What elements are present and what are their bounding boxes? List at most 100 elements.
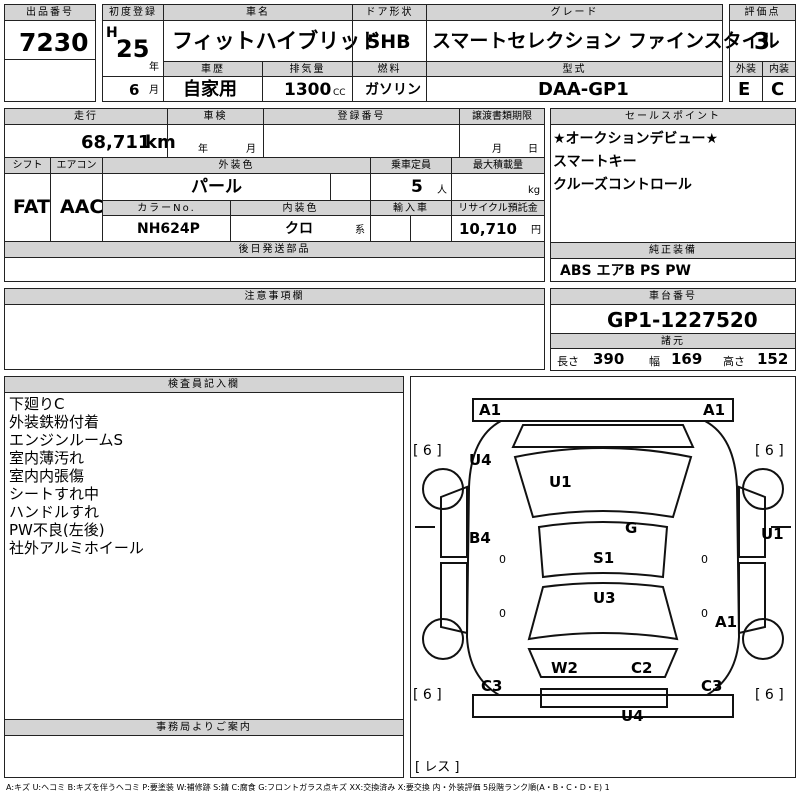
inspector-note: PW不良(左後) — [9, 521, 105, 539]
lot-no-cell: 7230 — [4, 20, 96, 60]
right-rear-wheel-shape — [742, 618, 784, 660]
inspector-note: エンジンルームS — [9, 431, 124, 449]
max-load-cell: kg — [451, 173, 545, 201]
inspector-note: 社外アルミホイール — [9, 539, 144, 557]
damage-mark: C2 — [631, 659, 652, 677]
lot-no: 7230 — [19, 28, 89, 57]
transfer-deadline-cell: 月 日 — [459, 124, 545, 158]
chassis-header: 車台番号 — [550, 288, 796, 305]
reg-no-header: 登録番号 — [263, 108, 460, 125]
shift: FAT — [13, 196, 50, 218]
int-color-header: 内装色 — [230, 200, 371, 216]
tire-tread-label: [ 6 ] — [413, 687, 442, 703]
rating-cell: 3 — [729, 20, 796, 62]
damage-diagram: A1 A1 U4 U1 G U1 B4 S1 U3 A1 W2 C2 C3 C3… — [410, 376, 796, 778]
first-reg-header: 初度登録 — [102, 4, 164, 21]
windshield-shape — [513, 447, 693, 519]
model-code-header: 型式 — [426, 61, 723, 77]
inspection-cell: 年 月 — [167, 124, 264, 158]
wheel-zero-mark: 0 — [701, 553, 708, 566]
month: 6 — [129, 81, 140, 99]
front-bumper-shape — [472, 398, 734, 422]
interior-header: 内装 — [762, 61, 796, 77]
tire-tread-label: [ 6 ] — [755, 443, 784, 459]
mileage-cell: 68,711 km — [4, 124, 176, 158]
wheel-zero-mark: 0 — [701, 607, 708, 620]
damage-mark: U1 — [549, 473, 572, 491]
wheel-zero-mark: 0 — [499, 553, 506, 566]
spare-well-shape — [540, 688, 668, 708]
damage-mark: A1 — [479, 401, 501, 419]
first-reg-cell: H 25 年 — [102, 20, 164, 77]
dimensions-header: 諸元 — [550, 333, 796, 349]
damage-mark: A1 — [703, 401, 725, 419]
length-label: 長さ — [557, 355, 579, 368]
max-load-unit: kg — [528, 185, 541, 196]
recycle-header: リサイクル預託金 — [451, 200, 545, 216]
grade: スマートセレクション ファインスタイル — [432, 30, 780, 52]
later-parts-cell — [4, 257, 545, 282]
dimensions-cell: 長さ 390 幅 169 高さ 152 — [550, 348, 796, 371]
int-color-suffix: 系 — [355, 225, 365, 236]
wheel-zero-mark: 0 — [499, 607, 506, 620]
height-label: 高さ — [723, 355, 745, 368]
lot-no-header: 出品番号 — [4, 4, 96, 21]
damage-mark: S1 — [593, 549, 614, 567]
interior-grade-cell: C — [762, 76, 796, 102]
aircon-cell: AAC — [50, 173, 103, 242]
sales-points-cell: ★オークションデビュー★ スマートキー クルーズコントロール — [550, 124, 796, 243]
later-parts-header: 後日発送部品 — [4, 241, 545, 258]
auction-sheet: { "headers": { "lot_no": "出品番号", "first_… — [0, 0, 800, 800]
aircon-header: エアコン — [50, 157, 103, 174]
capacity: 5 — [411, 177, 423, 197]
length: 390 — [593, 350, 625, 368]
capacity-unit: 人 — [437, 185, 447, 196]
damage-mark: C3 — [481, 677, 502, 695]
car-name: フィットハイブリッド — [172, 29, 382, 53]
fuel: ガソリン — [365, 82, 421, 98]
capacity-header: 乗車定員 — [370, 157, 452, 174]
chassis-cell: GP1-1227520 — [550, 304, 796, 334]
sales-point-1: ★オークションデビュー★ — [553, 131, 719, 147]
car-name-cell: フィットハイブリッド — [163, 20, 381, 62]
damage-mark: G — [625, 519, 637, 537]
inspector-header: 検査員記入欄 — [4, 376, 404, 393]
year-unit: 年 — [149, 62, 159, 73]
recycle-cell: 10,710 円 — [451, 215, 545, 242]
car-name-header: 車名 — [163, 4, 353, 21]
notes-cell — [4, 304, 545, 370]
history-header: 車歴 — [163, 61, 263, 77]
ext-color: パール — [191, 177, 242, 197]
mileage-header: 走行 — [4, 108, 168, 125]
displacement-header: 排気量 — [262, 61, 353, 77]
color-no-header: カラーNo. — [102, 200, 231, 216]
displacement-cell: 1300 CC — [262, 76, 353, 102]
inspector-note: ハンドルすれ — [9, 503, 100, 521]
left-rear-wheel-shape — [422, 618, 464, 660]
rating: 3 — [754, 29, 771, 55]
first-reg-month-cell: 6 月 — [102, 76, 164, 102]
damage-mark: U4 — [621, 707, 644, 725]
fuel-header: 燃料 — [352, 61, 427, 77]
right-front-wheel-shape — [742, 468, 784, 510]
displacement-unit: CC — [333, 88, 346, 98]
genuine-equipment: ABS エアB PS PW — [560, 263, 691, 279]
damage-mark: W2 — [551, 659, 578, 677]
ext-color-header: 外装色 — [102, 157, 371, 174]
height: 152 — [757, 350, 789, 368]
damage-mark: C3 — [701, 677, 722, 695]
spare-tire-label: [ レス ] — [415, 760, 459, 775]
exterior-header: 外装 — [729, 61, 763, 77]
right-front-door-shape — [738, 485, 766, 558]
lot-no-spare-cell — [4, 59, 96, 102]
tire-tread-label: [ 6 ] — [755, 687, 784, 703]
inspection-month-unit: 月 — [246, 144, 256, 155]
width-label: 幅 — [649, 355, 660, 368]
displacement: 1300 — [284, 80, 332, 100]
door: 5HB — [367, 31, 411, 53]
legend: A:キズ U:ヘコミ B:キズを伴うヘコミ P:要塗装 W:補修跡 S:錆 C:… — [6, 783, 610, 792]
inspection-year-unit: 年 — [198, 144, 208, 155]
mileage: 68,711 — [81, 132, 151, 153]
damage-mark: U1 — [761, 525, 784, 543]
damage-mark: U3 — [593, 589, 616, 607]
